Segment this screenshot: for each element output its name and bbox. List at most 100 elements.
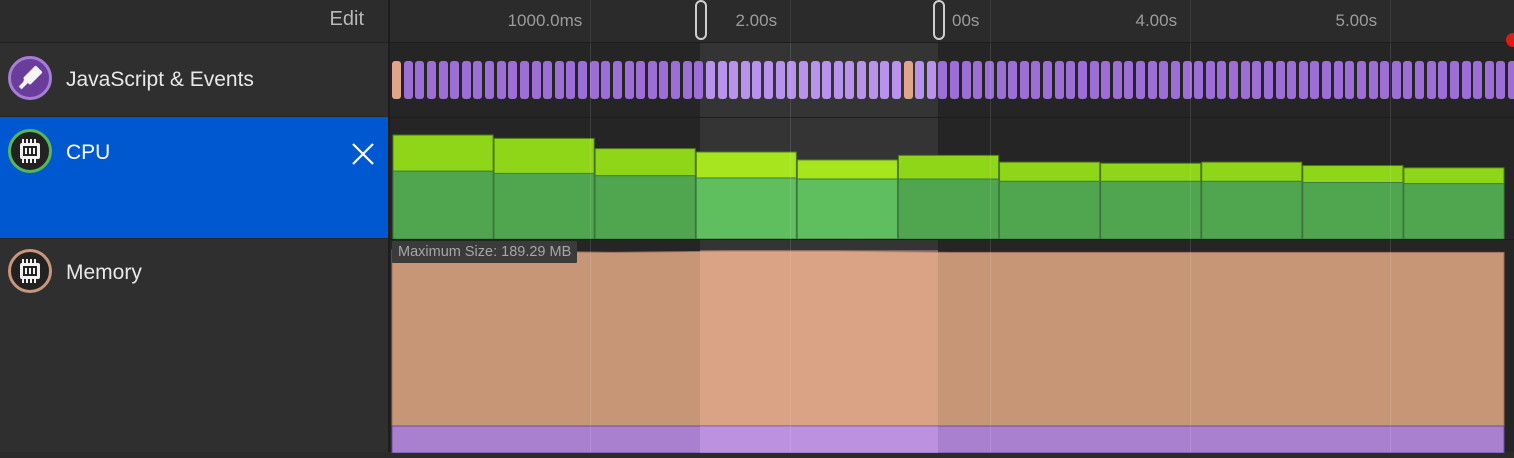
javascript-event-mark[interactable] [1287, 61, 1297, 99]
cpu-track[interactable] [390, 117, 1514, 240]
javascript-event-mark[interactable] [1275, 61, 1285, 99]
track-row-javascript-events[interactable]: JavaScript & Events [0, 43, 388, 117]
javascript-event-mark[interactable] [1508, 61, 1514, 99]
javascript-event-mark[interactable] [531, 61, 541, 99]
javascript-event-mark[interactable] [682, 61, 692, 99]
javascript-event-mark[interactable] [496, 61, 506, 99]
javascript-event-mark[interactable] [1089, 61, 1099, 99]
javascript-event-mark[interactable] [1043, 61, 1052, 99]
javascript-event-mark[interactable] [508, 61, 518, 99]
javascript-event-mark[interactable] [647, 61, 657, 99]
javascript-event-mark[interactable] [1322, 61, 1331, 99]
javascript-event-mark[interactable] [1159, 61, 1169, 99]
javascript-event-mark[interactable] [1380, 61, 1390, 99]
javascript-event-mark[interactable] [1112, 61, 1122, 99]
javascript-event-mark[interactable] [1147, 61, 1157, 99]
timeline-area[interactable]: Maximum Size: 189.29 MB 1000.0ms 2.00s 00s… [388, 0, 1514, 454]
javascript-event-mark[interactable] [973, 61, 983, 99]
javascript-event-mark[interactable] [705, 61, 715, 99]
javascript-event-mark[interactable] [578, 61, 587, 99]
javascript-event-mark[interactable] [1240, 61, 1250, 99]
javascript-event-mark[interactable] [438, 61, 448, 99]
javascript-event-mark[interactable] [857, 61, 866, 99]
javascript-event-mark[interactable] [671, 61, 680, 99]
javascript-event-mark[interactable] [543, 61, 553, 99]
javascript-event-mark[interactable] [764, 61, 773, 99]
javascript-event-mark[interactable] [1438, 61, 1448, 99]
javascript-event-mark[interactable] [612, 61, 622, 99]
javascript-event-mark[interactable] [1415, 61, 1424, 99]
javascript-event-mark[interactable] [1217, 61, 1227, 99]
javascript-event-mark[interactable] [903, 61, 913, 99]
javascript-event-mark[interactable] [1077, 61, 1087, 99]
javascript-event-mark[interactable] [1461, 61, 1471, 99]
javascript-event-mark[interactable] [752, 61, 762, 99]
javascript-event-mark[interactable] [787, 61, 797, 99]
javascript-event-mark[interactable] [915, 61, 925, 99]
track-row-cpu[interactable]: CPU [0, 117, 388, 239]
javascript-event-mark[interactable] [1368, 61, 1378, 99]
javascript-event-mark[interactable] [461, 61, 471, 99]
javascript-event-mark[interactable] [1008, 61, 1018, 99]
javascript-event-mark[interactable] [426, 61, 436, 99]
javascript-event-mark[interactable] [775, 61, 785, 99]
javascript-event-mark[interactable] [938, 61, 948, 99]
javascript-event-mark[interactable] [868, 61, 878, 99]
javascript-event-mark[interactable] [1229, 61, 1238, 99]
selection-end-handle[interactable] [933, 0, 945, 40]
javascript-event-mark[interactable] [1170, 61, 1180, 99]
javascript-event-mark[interactable] [1205, 61, 1215, 99]
javascript-event-mark[interactable] [740, 61, 750, 99]
javascript-event-mark[interactable] [566, 61, 576, 99]
javascript-event-mark[interactable] [1333, 61, 1343, 99]
memory-track[interactable]: Maximum Size: 189.29 MB [390, 239, 1514, 454]
javascript-event-mark[interactable] [1484, 61, 1494, 99]
javascript-event-mark[interactable] [822, 61, 832, 99]
javascript-event-mark[interactable] [950, 61, 959, 99]
javascript-events-track[interactable] [390, 43, 1514, 116]
javascript-event-mark[interactable] [601, 61, 611, 99]
javascript-event-mark[interactable] [1310, 61, 1320, 99]
javascript-event-mark[interactable] [1101, 61, 1111, 99]
javascript-event-mark[interactable] [1124, 61, 1134, 99]
javascript-event-mark[interactable] [1473, 61, 1483, 99]
javascript-event-mark[interactable] [880, 61, 890, 99]
javascript-event-mark[interactable] [636, 61, 646, 99]
javascript-event-mark[interactable] [485, 61, 494, 99]
javascript-event-mark[interactable] [1449, 61, 1459, 99]
javascript-event-mark[interactable] [1298, 61, 1308, 99]
javascript-event-mark[interactable] [798, 61, 808, 99]
javascript-event-mark[interactable] [1426, 61, 1436, 99]
javascript-event-mark[interactable] [519, 61, 529, 99]
javascript-event-mark[interactable] [996, 61, 1006, 99]
javascript-event-mark[interactable] [694, 61, 704, 99]
javascript-event-mark[interactable] [473, 61, 483, 99]
javascript-event-mark[interactable] [717, 61, 727, 99]
javascript-event-mark[interactable] [926, 61, 936, 99]
javascript-event-mark[interactable] [833, 61, 843, 99]
javascript-event-mark[interactable] [1345, 61, 1355, 99]
javascript-event-mark[interactable] [624, 61, 634, 99]
javascript-event-mark[interactable] [1252, 61, 1262, 99]
javascript-event-mark[interactable] [810, 61, 820, 99]
javascript-event-mark[interactable] [845, 61, 855, 99]
javascript-event-mark[interactable] [415, 61, 425, 99]
javascript-event-mark[interactable] [659, 61, 669, 99]
javascript-event-mark[interactable] [1356, 61, 1366, 99]
javascript-event-mark[interactable] [1263, 61, 1273, 99]
javascript-event-mark[interactable] [554, 61, 564, 99]
javascript-event-mark[interactable] [1136, 61, 1145, 99]
javascript-event-mark[interactable] [450, 61, 460, 99]
javascript-event-mark[interactable] [1066, 61, 1076, 99]
javascript-event-mark[interactable] [1054, 61, 1064, 99]
javascript-event-mark[interactable] [1031, 61, 1041, 99]
javascript-event-mark[interactable] [729, 61, 739, 99]
track-row-memory[interactable]: Memory [0, 239, 388, 452]
javascript-event-mark[interactable] [403, 61, 413, 99]
javascript-event-mark[interactable] [1496, 61, 1506, 99]
javascript-event-mark[interactable] [891, 61, 901, 99]
javascript-event-mark[interactable] [1019, 61, 1029, 99]
javascript-event-mark[interactable] [1391, 61, 1401, 99]
edit-button[interactable]: Edit [330, 8, 364, 31]
javascript-event-mark[interactable] [392, 61, 401, 99]
